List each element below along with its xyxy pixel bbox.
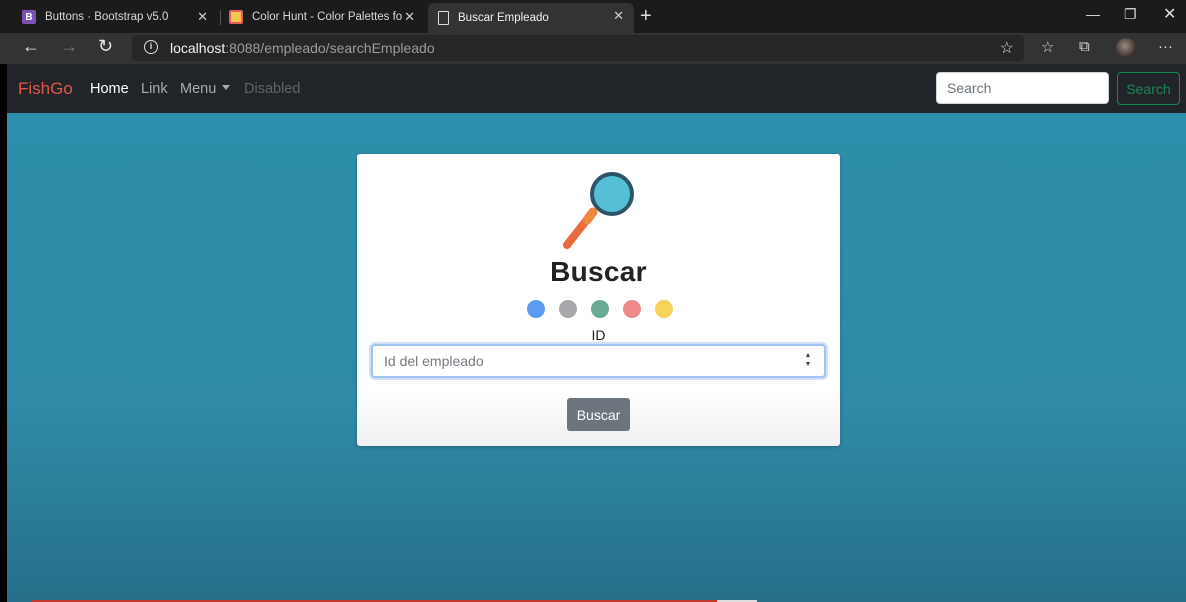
address-bar[interactable]: i localhost:8088/empleado/searchEmpleado… <box>132 35 1024 61</box>
nav-link-home[interactable]: Home <box>90 81 129 97</box>
number-spinner[interactable]: ▲ ▼ <box>804 351 812 369</box>
browser-toolbar: ← → ↻ i localhost:8088/empleado/searchEm… <box>0 33 1186 64</box>
input-placeholder: Id del empleado <box>384 353 484 369</box>
blue-dot <box>527 300 545 318</box>
forward-arrow-icon[interactable]: → <box>60 36 78 57</box>
green-dot <box>591 300 609 318</box>
restore-icon[interactable]: ❐ <box>1124 6 1137 23</box>
nav-dropdown-menu[interactable]: Menu <box>180 81 231 97</box>
tab-color-hunt[interactable]: Color Hunt - Color Palettes for D ✕ <box>207 4 425 30</box>
close-tab-icon[interactable]: ✕ <box>613 8 624 24</box>
magnifier-icon <box>563 172 634 249</box>
tab-label: Color Hunt - Color Palettes for D <box>252 11 402 23</box>
brand-logo[interactable]: FishGo <box>18 79 73 99</box>
tab-label: Buscar Empleado <box>458 12 549 24</box>
profile-avatar[interactable] <box>1116 38 1136 58</box>
pink-dot <box>623 300 641 318</box>
tab-buscar-empleado[interactable]: Buscar Empleado ✕ <box>428 3 634 33</box>
reload-icon[interactable]: ↻ <box>98 36 113 57</box>
favorite-star-icon[interactable]: ☆ <box>1000 38 1014 58</box>
new-tab-icon[interactable]: + <box>640 5 652 28</box>
caret-down-icon <box>222 85 231 90</box>
nav-link-link[interactable]: Link <box>141 81 168 97</box>
employee-id-input[interactable]: Id del empleado ▲ ▼ <box>371 344 826 378</box>
nav-link-disabled: Disabled <box>244 81 301 97</box>
bootstrap-icon: B <box>22 10 36 24</box>
tab-bootstrap-buttons[interactable]: B Buttons · Bootstrap v5.0 ✕ <box>0 4 218 30</box>
gray-dot <box>559 300 577 318</box>
colorhunt-icon <box>229 10 243 24</box>
more-options-icon[interactable]: ··· <box>1158 38 1173 55</box>
main-content: Buscar ID Id del empleado ▲ ▼ Buscar <box>7 113 1186 602</box>
site-info-icon[interactable]: i <box>144 40 158 54</box>
id-label: ID <box>591 327 606 343</box>
browser-tab-strip: B Buttons · Bootstrap v5.0 ✕ Color Hunt … <box>0 0 1186 33</box>
close-window-icon[interactable]: ✕ <box>1163 4 1176 24</box>
collections-icon[interactable]: ⧉ <box>1079 38 1090 55</box>
back-arrow-icon[interactable]: ← <box>22 36 40 57</box>
color-dots <box>527 300 673 318</box>
navbar-search-button[interactable]: Search <box>1117 72 1180 105</box>
url-text: localhost:8088/empleado/searchEmpleado <box>170 40 435 56</box>
search-card: Buscar ID Id del empleado ▲ ▼ Buscar <box>357 154 840 446</box>
tab-label: Buttons · Bootstrap v5.0 <box>45 11 169 23</box>
close-tab-icon[interactable]: ✕ <box>404 9 415 25</box>
page-icon <box>438 11 449 25</box>
site-navbar: FishGo Home Link Menu Disabled Search <box>7 64 1186 113</box>
buscar-button[interactable]: Buscar <box>567 398 630 431</box>
yellow-dot <box>655 300 673 318</box>
page-title: Buscar <box>550 256 647 287</box>
navbar-search-input[interactable] <box>936 72 1109 104</box>
favorites-list-icon[interactable]: ☆ <box>1041 38 1054 56</box>
minimize-icon[interactable]: — <box>1086 6 1100 22</box>
